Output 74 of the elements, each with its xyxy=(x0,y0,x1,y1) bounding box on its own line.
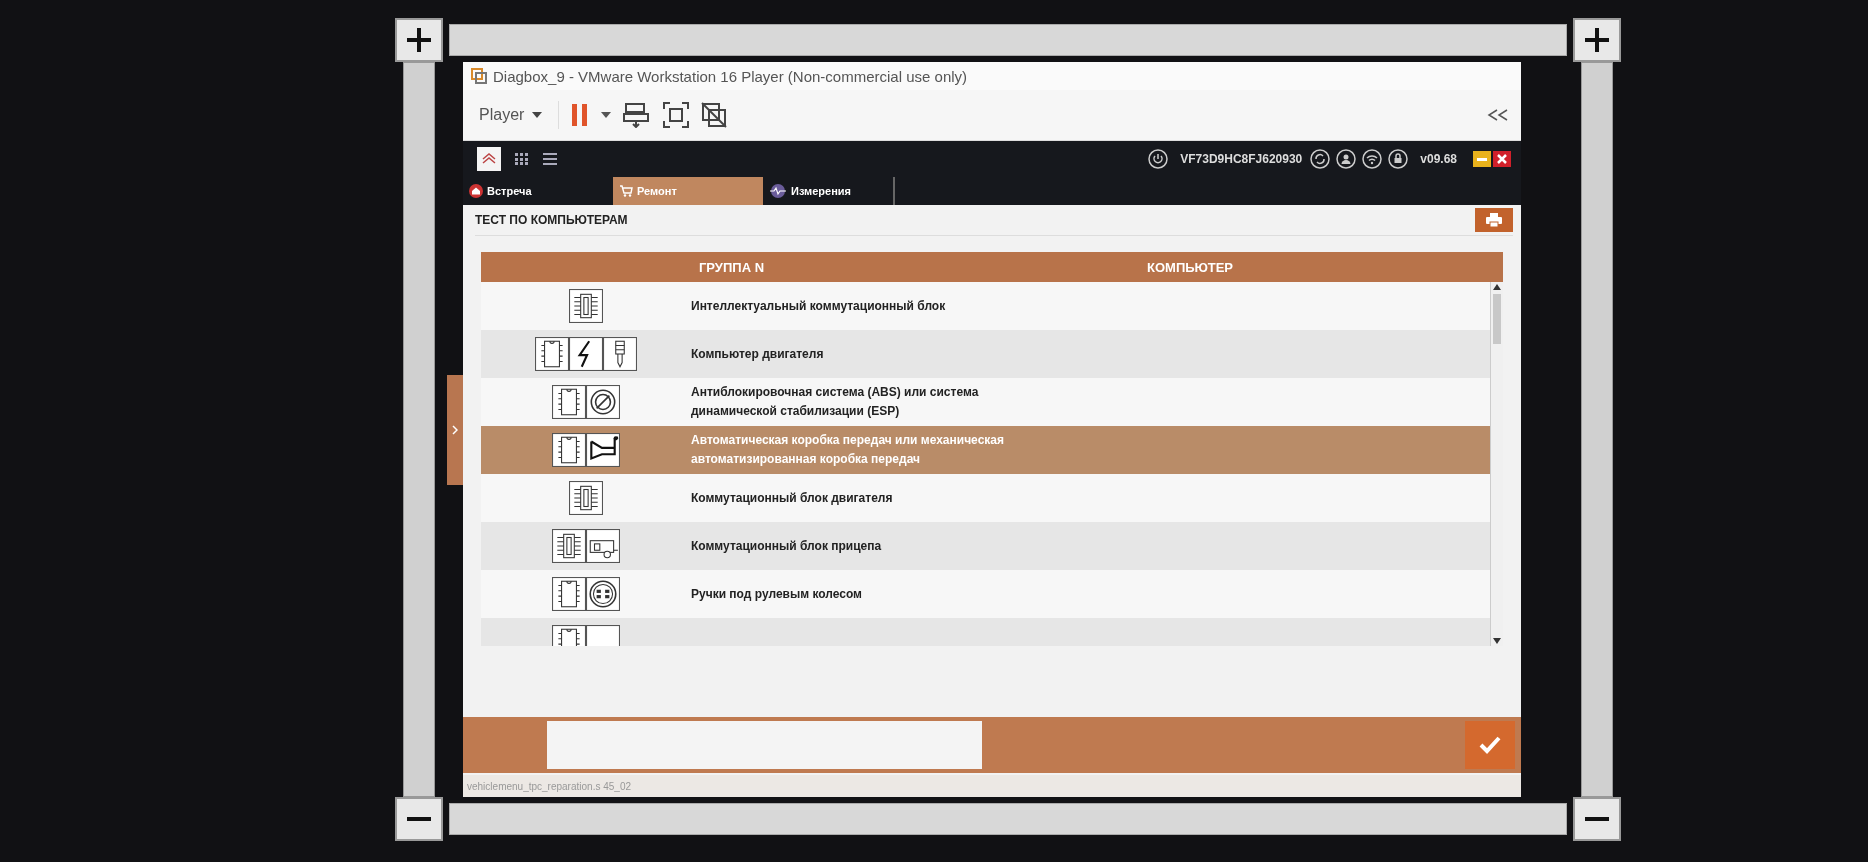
close-button[interactable] xyxy=(1493,151,1511,167)
computer-name: Интеллектуальный коммутационный блок xyxy=(691,297,947,315)
computer-name: Автоматическая коробка передач или механическая автоматизированная коробка передач xyxy=(691,432,1005,468)
plus-icon xyxy=(1582,25,1612,55)
computer-name: Антиблокировочная система (ABS) или система динамической стабилизации (ESP) xyxy=(691,384,980,420)
computer-name: Коммутационный блок двигателя xyxy=(691,489,894,507)
chevron-icon xyxy=(452,425,458,435)
circuit-module-icon xyxy=(552,529,586,563)
checkmark-icon xyxy=(1479,736,1501,754)
vin-text: VF73D9HC8FJ620930 xyxy=(1180,152,1303,166)
computer-name: Ручки под рулевым колесом xyxy=(691,585,863,603)
computer-name: Компьютер двигателя xyxy=(691,345,825,363)
grid-icon[interactable] xyxy=(515,153,529,165)
table-row[interactable]: Коммутационный блок двигателя xyxy=(481,474,1490,522)
scroll-down-icon xyxy=(1493,638,1501,644)
chip-icon xyxy=(552,577,586,611)
caret-icon xyxy=(532,112,543,118)
chip-icon xyxy=(552,433,586,467)
expand-handle[interactable] xyxy=(447,375,463,485)
minimize-icon xyxy=(1477,157,1487,161)
close-icon xyxy=(1497,154,1507,164)
power-icon[interactable] xyxy=(1148,149,1169,169)
trailer-icon xyxy=(586,529,620,563)
minus-button[interactable] xyxy=(1573,797,1621,841)
steering-wheel-icon xyxy=(586,577,620,611)
computer-name: Коммутационный блок прицепа xyxy=(691,537,883,555)
chip-icon xyxy=(535,337,569,371)
scroll-up-icon xyxy=(1493,284,1501,290)
user-icon[interactable] xyxy=(1336,149,1357,169)
table-row[interactable]: Антиблокировочная система (ABS) или система динамической стабилизации (ESP) xyxy=(481,378,1490,426)
refresh-icon[interactable] xyxy=(1310,149,1331,169)
lock-icon[interactable] xyxy=(1388,149,1409,169)
circuit-module-icon xyxy=(569,289,603,323)
circuit-module-icon xyxy=(569,481,603,515)
home-icon xyxy=(469,184,483,198)
plus-button[interactable] xyxy=(1573,18,1621,62)
printer-icon xyxy=(1486,213,1502,227)
lightning-icon xyxy=(569,337,603,371)
minus-icon xyxy=(407,817,431,821)
cart-icon xyxy=(619,185,633,197)
injector-icon xyxy=(603,337,637,371)
plus-button[interactable] xyxy=(395,18,443,62)
section-title: ТЕСТ ПО КОМПЬЮТЕРАМ xyxy=(475,213,628,227)
status-text: vehiclemenu_tpc_reparation.s 45_02 xyxy=(467,780,631,792)
column-header: ГРУППА N xyxy=(699,259,765,275)
plus-icon xyxy=(404,25,434,55)
input-field[interactable] xyxy=(547,721,982,769)
collapse-icon[interactable] xyxy=(1487,109,1509,121)
print-button[interactable] xyxy=(1475,208,1513,232)
unity-off-icon[interactable] xyxy=(701,102,728,128)
table-row[interactable]: Коммутационный блок прицепа xyxy=(481,522,1490,570)
player-menu[interactable]: Player xyxy=(475,102,547,128)
table-row[interactable]: Компьютер двигателя xyxy=(481,330,1490,378)
column-header: КОМПЬЮТЕР xyxy=(1147,259,1233,275)
waveform-icon xyxy=(769,184,787,198)
table-row[interactable]: Интеллектуальный коммутационный блок xyxy=(481,282,1490,330)
pause-icon[interactable] xyxy=(571,103,590,127)
window-title: Diagbox_9 - VMware Workstation 16 Player (Non-commercial use only) xyxy=(493,67,968,85)
gearbox-icon xyxy=(586,433,620,467)
vm-logo-icon xyxy=(471,68,487,84)
confirm-button[interactable] xyxy=(1465,721,1515,769)
caret-icon[interactable] xyxy=(601,112,612,118)
keyboard-send-icon[interactable] xyxy=(623,102,652,128)
list-icon[interactable] xyxy=(543,153,557,165)
minus-button[interactable] xyxy=(395,797,443,841)
tab[interactable]: Встреча xyxy=(463,177,613,205)
chip-icon xyxy=(552,385,586,419)
minus-icon xyxy=(1585,817,1609,821)
version-text: v09.68 xyxy=(1420,152,1457,166)
logo-icon[interactable] xyxy=(477,147,501,171)
scroll-thumb[interactable] xyxy=(1493,294,1501,344)
wifi-icon[interactable] xyxy=(1362,149,1383,169)
table-row[interactable]: Ручки под рулевым колесом xyxy=(481,570,1490,618)
fullscreen-icon[interactable] xyxy=(663,102,690,128)
